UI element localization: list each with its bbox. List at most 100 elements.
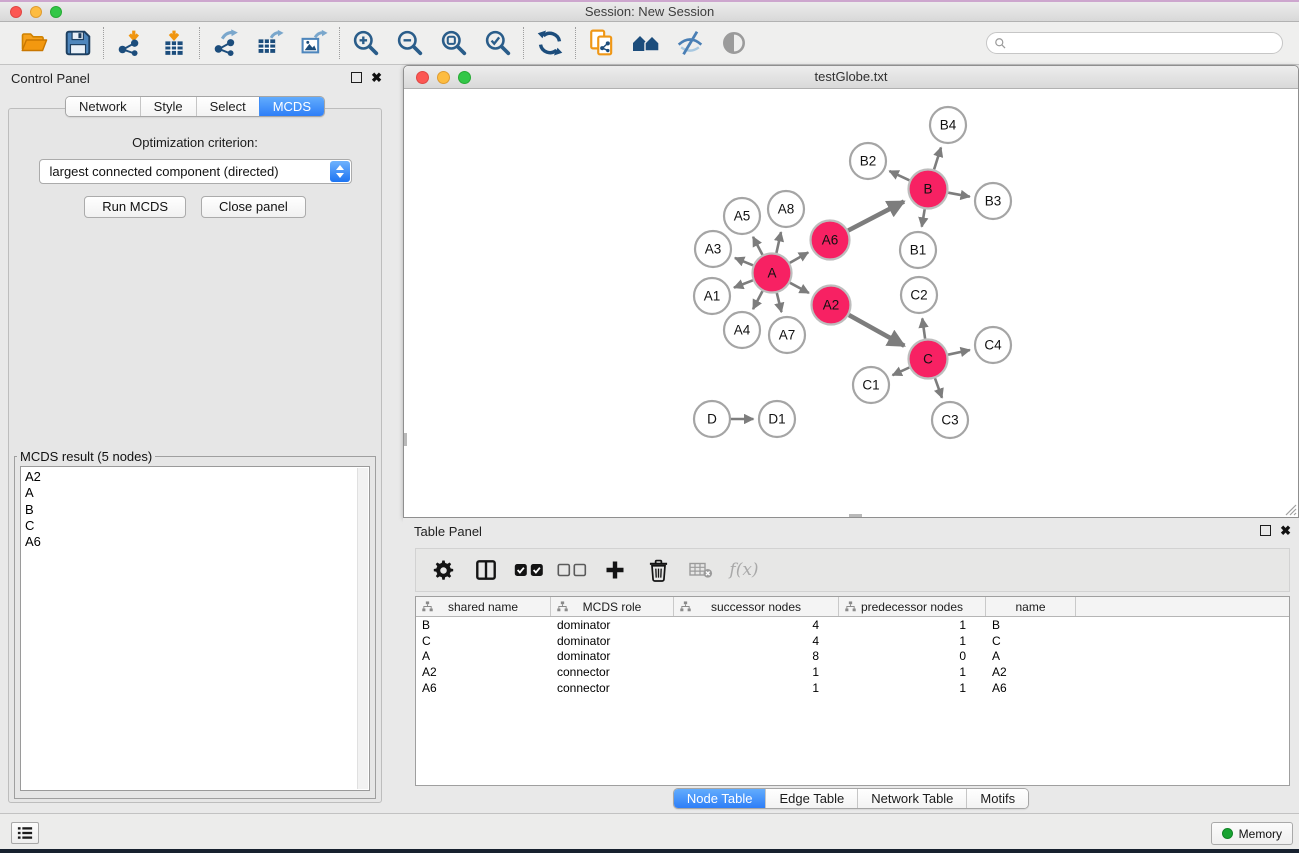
graph-node-B1[interactable]: B1 bbox=[900, 232, 936, 268]
column-header-shared-name[interactable]: shared name bbox=[416, 597, 551, 616]
table-row[interactable]: Bdominator41B bbox=[416, 617, 1289, 633]
graph-edge-B-B1[interactable] bbox=[922, 209, 925, 227]
graph-edge-C-C4[interactable] bbox=[948, 350, 970, 355]
function-builder-icon[interactable]: f(x) bbox=[727, 555, 761, 585]
refresh-view-icon[interactable] bbox=[534, 28, 565, 59]
graph-node-A4[interactable]: A4 bbox=[724, 312, 760, 348]
tab-motifs[interactable]: Motifs bbox=[966, 789, 1028, 808]
graph-edge-A-A2[interactable] bbox=[790, 283, 809, 293]
graph-edge-C-C3[interactable] bbox=[935, 378, 942, 398]
graph-node-B2[interactable]: B2 bbox=[850, 143, 886, 179]
network-minimize-icon[interactable] bbox=[437, 71, 450, 84]
tab-network[interactable]: Network bbox=[66, 97, 140, 116]
run-mcds-button[interactable]: Run MCDS bbox=[84, 196, 186, 218]
tab-edge-table[interactable]: Edge Table bbox=[765, 789, 857, 808]
graph-node-B4[interactable]: B4 bbox=[930, 107, 966, 143]
graph-node-A5[interactable]: A5 bbox=[724, 198, 760, 234]
graph-edge-A-A5[interactable] bbox=[753, 237, 763, 255]
criterion-dropdown[interactable]: largest connected component (directed) bbox=[39, 159, 352, 184]
graph-edge-A6-B[interactable] bbox=[848, 202, 904, 231]
table-row[interactable]: A6connector11A6 bbox=[416, 680, 1289, 696]
graph-node-A1[interactable]: A1 bbox=[694, 278, 730, 314]
graph-edge-C-C1[interactable] bbox=[893, 368, 910, 376]
mcds-result-item[interactable]: A2 bbox=[25, 469, 369, 485]
unselect-all-checks-icon[interactable] bbox=[555, 555, 589, 585]
column-header-predecessor-nodes[interactable]: predecessor nodes bbox=[839, 597, 986, 616]
graph-edge-A2-C[interactable] bbox=[849, 315, 904, 346]
graph-node-A2[interactable]: A2 bbox=[812, 286, 851, 325]
show-columns-icon[interactable] bbox=[469, 555, 503, 585]
mcds-result-item[interactable]: B bbox=[25, 502, 369, 518]
graph-edge-A-A8[interactable] bbox=[776, 232, 781, 253]
tab-select[interactable]: Select bbox=[196, 97, 259, 116]
zoom-out-icon[interactable] bbox=[394, 28, 425, 59]
graph-node-C4[interactable]: C4 bbox=[975, 327, 1011, 363]
graph-edge-A-A6[interactable] bbox=[790, 252, 808, 263]
mcds-result-item[interactable]: C bbox=[25, 518, 369, 534]
tab-node-table[interactable]: Node Table bbox=[674, 789, 766, 808]
show-eye-icon[interactable] bbox=[718, 28, 749, 59]
graph-edge-A-A7[interactable] bbox=[777, 293, 782, 312]
network-close-icon[interactable] bbox=[416, 71, 429, 84]
zoom-in-icon[interactable] bbox=[350, 28, 381, 59]
graph-node-A3[interactable]: A3 bbox=[695, 231, 731, 267]
column-header-MCDS-role[interactable]: MCDS role bbox=[551, 597, 674, 616]
zoom-fit-icon[interactable] bbox=[438, 28, 469, 59]
graph-node-B[interactable]: B bbox=[909, 170, 948, 209]
delete-column-icon[interactable] bbox=[641, 555, 675, 585]
delete-table-icon[interactable] bbox=[684, 555, 718, 585]
graph-node-C3[interactable]: C3 bbox=[932, 402, 968, 438]
graph-node-C[interactable]: C bbox=[909, 340, 948, 379]
close-panel-icon[interactable]: ✖ bbox=[371, 72, 382, 83]
resize-grip-icon[interactable] bbox=[1283, 502, 1297, 516]
graph-edge-C-C2[interactable] bbox=[922, 318, 925, 338]
task-history-button[interactable] bbox=[11, 822, 39, 844]
graph-node-B3[interactable]: B3 bbox=[975, 183, 1011, 219]
network-canvas[interactable]: B4B2BB3A8A5A6B1A3AA1C2A2A4A7C4CC1C3DD1 bbox=[404, 90, 1298, 518]
graph-node-A7[interactable]: A7 bbox=[769, 317, 805, 353]
import-network-icon[interactable] bbox=[114, 28, 145, 59]
tab-mcds[interactable]: MCDS bbox=[259, 97, 324, 116]
select-all-checks-icon[interactable] bbox=[512, 555, 546, 585]
mcds-list-scrollbar[interactable] bbox=[357, 468, 368, 789]
search-input[interactable] bbox=[1011, 34, 1278, 52]
table-row[interactable]: Adominator80A bbox=[416, 648, 1289, 664]
column-header-successor-nodes[interactable]: successor nodes bbox=[674, 597, 839, 616]
graph-edge-B-B4[interactable] bbox=[934, 148, 941, 170]
splitter-handle-left[interactable] bbox=[404, 433, 407, 446]
graph-node-C2[interactable]: C2 bbox=[901, 277, 937, 313]
search-box[interactable] bbox=[986, 32, 1283, 54]
copy-network-icon[interactable] bbox=[586, 28, 617, 59]
graph-node-D1[interactable]: D1 bbox=[759, 401, 795, 437]
graph-edge-B-B2[interactable] bbox=[889, 171, 909, 180]
graph-node-C1[interactable]: C1 bbox=[853, 367, 889, 403]
mcds-result-item[interactable]: A6 bbox=[25, 534, 369, 550]
save-session-icon[interactable] bbox=[62, 28, 93, 59]
session-homes-icon[interactable] bbox=[630, 28, 661, 59]
graph-edge-A-A4[interactable] bbox=[753, 291, 763, 309]
graph-edge-A-A1[interactable] bbox=[734, 280, 753, 287]
graph-node-A[interactable]: A bbox=[753, 254, 792, 293]
table-row[interactable]: A2connector11A2 bbox=[416, 664, 1289, 680]
import-table-icon[interactable] bbox=[158, 28, 189, 59]
zoom-window-icon[interactable] bbox=[50, 6, 62, 18]
column-settings-icon[interactable] bbox=[426, 555, 460, 585]
open-session-icon[interactable] bbox=[18, 28, 49, 59]
close-table-panel-icon[interactable]: ✖ bbox=[1280, 525, 1291, 536]
mcds-result-item[interactable]: A bbox=[25, 485, 369, 501]
graph-edge-A-A3[interactable] bbox=[735, 258, 753, 265]
close-panel-button[interactable]: Close panel bbox=[201, 196, 306, 218]
graph-edge-B-B3[interactable] bbox=[948, 193, 970, 197]
column-header-name[interactable]: name bbox=[986, 597, 1076, 616]
network-zoom-icon[interactable] bbox=[458, 71, 471, 84]
export-network-icon[interactable] bbox=[210, 28, 241, 59]
export-image-icon[interactable] bbox=[298, 28, 329, 59]
graph-node-A8[interactable]: A8 bbox=[768, 191, 804, 227]
close-window-icon[interactable] bbox=[10, 6, 22, 18]
add-column-icon[interactable] bbox=[598, 555, 632, 585]
memory-button[interactable]: Memory bbox=[1211, 822, 1293, 845]
splitter-handle-bottom[interactable] bbox=[849, 514, 862, 517]
export-table-icon[interactable] bbox=[254, 28, 285, 59]
float-table-panel-icon[interactable] bbox=[1260, 525, 1271, 536]
hide-panel-icon[interactable] bbox=[674, 28, 705, 59]
